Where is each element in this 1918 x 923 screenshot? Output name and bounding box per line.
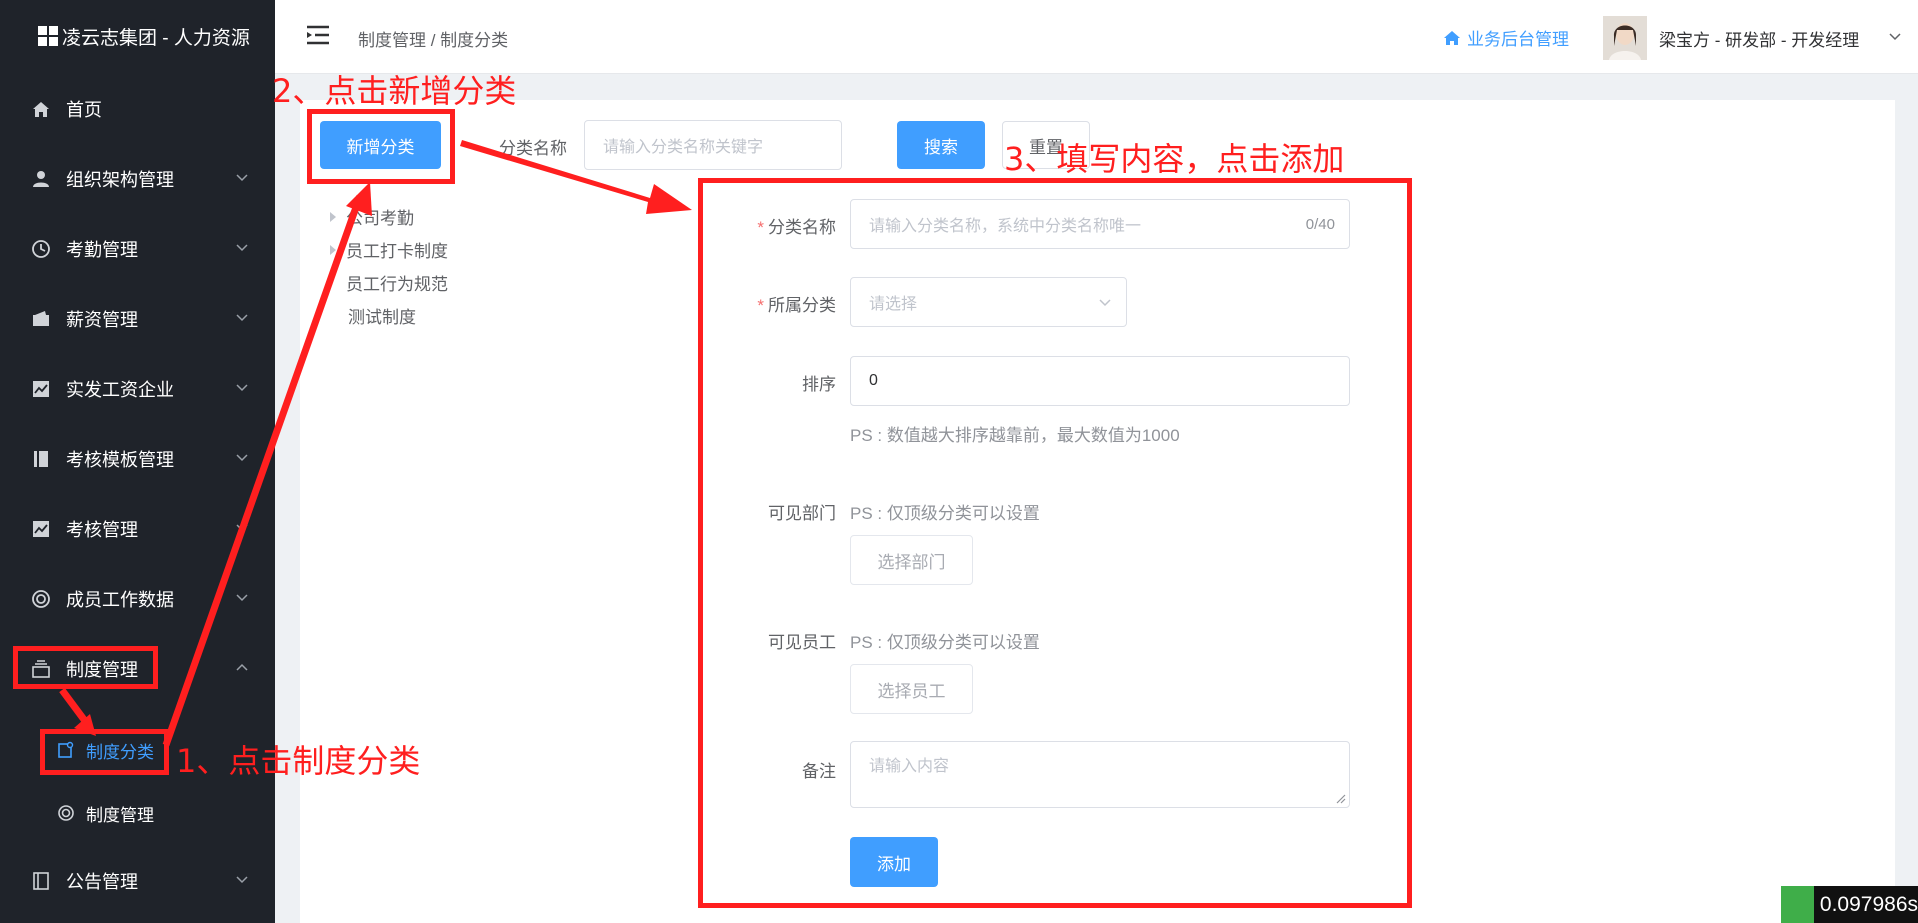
annotation-step3: 3、填写内容，点击添加 [1004,140,1345,178]
business-admin-link[interactable]: 业务后台管理 [1443,25,1569,50]
chevron-down-icon [236,454,248,462]
chevron-down-icon [236,524,248,532]
grid-logo-icon [38,26,58,46]
menu-fold-icon[interactable] [305,24,331,46]
chart-icon [30,518,52,540]
annotation-step2: 2、点击新增分类 [272,72,517,110]
user-info[interactable]: 梁宝方 - 研发部 - 开发经理 [1659,26,1859,51]
annotation-box-add-category [307,109,455,184]
tree-item[interactable]: 公司考勤 [330,204,414,229]
sidebar-item-payroll-company[interactable]: 实发工资企业 [0,364,275,414]
chart-icon [30,378,52,400]
user-icon [30,168,52,190]
sidebar-item-salary[interactable]: 薪资管理 [0,294,275,344]
sidebar-item-label: 考勤管理 [66,240,138,260]
sidebar-item-label: 成员工作数据 [66,590,174,610]
sidebar-item-org[interactable]: 组织架构管理 [0,154,275,204]
chevron-down-icon [236,174,248,182]
tree-item[interactable]: 员工打卡制度 [330,237,448,262]
timing-badge: 0.097986s [1781,886,1918,923]
sidebar-item-label: 公告管理 [66,872,138,892]
category-search-input[interactable]: 请输入分类名称关键字 [584,120,842,170]
brand[interactable]: 凌云志集团 - 人力资源 [0,0,275,72]
sidebar-item-label: 组织架构管理 [66,170,174,190]
sidebar: 凌云志集团 - 人力资源 首页 组织架构管理 考勤管理 薪资管理 实发工资企业 … [0,0,275,923]
chevron-down-icon[interactable] [1888,30,1902,44]
category-name-label: 分类名称 [499,139,567,158]
sidebar-item-assessment[interactable]: 考核管理 [0,504,275,554]
tree-item[interactable]: 测试制度 [348,303,416,328]
timing-value: 0.097986s [1819,892,1918,916]
sidebar-item-label: 实发工资企业 [66,380,174,400]
chevron-down-icon [236,314,248,322]
book-icon [30,448,52,470]
sidebar-subitem-label: 制度管理 [86,805,154,825]
avatar[interactable] [1603,16,1647,60]
lifebuoy-icon [56,803,76,823]
annotation-step1: 1、点击制度分类 [176,742,421,780]
breadcrumb: 制度管理 / 制度分类 [358,31,509,50]
leaf-logo-icon [1781,886,1814,923]
sidebar-item-work-data[interactable]: 成员工作数据 [0,574,275,624]
annotation-box-policy-menu [13,646,158,689]
clock-icon [30,238,52,260]
sidebar-item-home[interactable]: 首页 [0,84,275,134]
chevron-down-icon [236,594,248,602]
chevron-up-icon [236,663,248,671]
tree-item-label: 测试制度 [348,308,416,327]
caret-right-icon[interactable] [330,211,336,222]
tree-item-label: 公司考勤 [346,209,414,228]
tree-item[interactable]: 员工行为规范 [346,270,448,295]
caret-right-icon[interactable] [330,244,336,255]
top-header: 制度管理 / 制度分类 业务后台管理 梁宝方 - 研发部 - 开发经理 [275,0,1918,74]
sidebar-item-label: 薪资管理 [66,310,138,330]
wallet-icon [30,308,52,330]
lifebuoy-icon [30,588,52,610]
chevron-down-icon [236,876,248,884]
tree-item-label: 员工打卡制度 [346,242,448,261]
business-admin-label: 业务后台管理 [1467,30,1569,49]
sidebar-item-label: 首页 [66,100,102,120]
sidebar-item-attendance[interactable]: 考勤管理 [0,224,275,274]
chevron-down-icon [236,244,248,252]
sidebar-subitem-policy-management[interactable]: 制度管理 [0,788,275,838]
chevron-down-icon [236,384,248,392]
home-icon [30,98,52,120]
sidebar-item-announcement[interactable]: 公告管理 [0,856,275,906]
annotation-box-policy-category [40,729,169,775]
sidebar-item-label: 考核模板管理 [66,450,174,470]
brand-title: 凌云志集团 - 人力资源 [62,27,250,49]
home-icon [1444,30,1460,45]
notebook-icon [30,870,52,892]
sidebar-item-label: 考核管理 [66,520,138,540]
annotation-box-form [698,178,1412,908]
tree-item-label: 员工行为规范 [346,275,448,294]
sidebar-item-assessment-template[interactable]: 考核模板管理 [0,434,275,484]
search-button[interactable]: 搜索 [897,121,985,169]
